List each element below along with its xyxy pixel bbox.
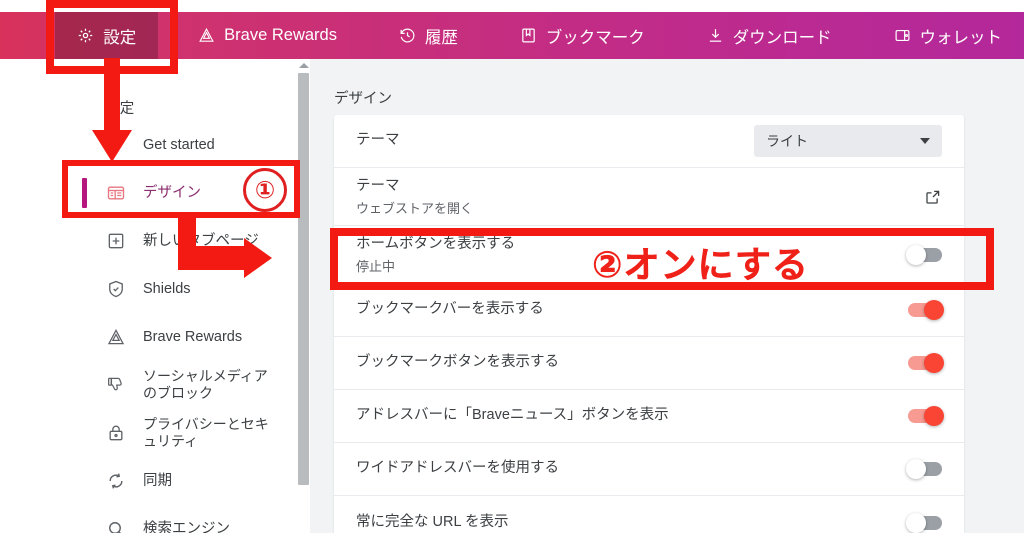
browser-settings-screenshot: 設定 Brave Rewards 履歴 ブックマーク ダウンロード ウォレット … [0,0,1024,533]
annotation-arrows [92,58,272,278]
annotation-step-1-badge: ① [243,168,287,212]
annotation-step-2-text: ②オンにする [592,245,809,287]
